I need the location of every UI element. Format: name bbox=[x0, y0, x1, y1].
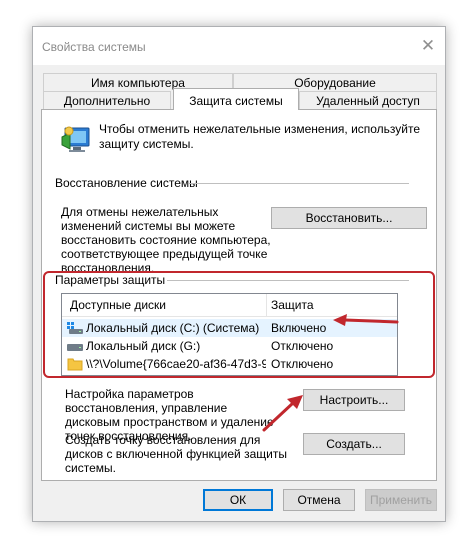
drive-name: Локальный диск (G:) bbox=[86, 339, 201, 353]
folder-icon bbox=[67, 357, 83, 371]
restore-divider bbox=[189, 183, 409, 184]
drive-icon bbox=[67, 341, 83, 351]
restore-button[interactable]: Восстановить... bbox=[271, 207, 427, 229]
protection-section-title: Параметры защиты bbox=[55, 273, 168, 287]
drive-row-g[interactable]: Локальный диск (G:) Отключено bbox=[62, 337, 397, 355]
create-button[interactable]: Создать... bbox=[303, 433, 405, 455]
window-title: Свойства системы bbox=[42, 40, 146, 54]
system-drive-icon bbox=[67, 322, 83, 334]
system-properties-dialog: Свойства системы ✕ Имя компьютера Оборуд… bbox=[32, 26, 446, 522]
drive-row-volume[interactable]: \\?\Volume{766cae20-af36-47d3-9... Отклю… bbox=[62, 355, 397, 373]
drive-name: \\?\Volume{766cae20-af36-47d3-9... bbox=[86, 357, 266, 371]
intro-text: Чтобы отменить нежелательные изменения, … bbox=[99, 122, 421, 151]
drive-status: Включено bbox=[271, 321, 327, 335]
column-divider bbox=[266, 294, 267, 316]
drive-name: Локальный диск (C:) (Система) bbox=[86, 321, 260, 335]
annotation-arrow-configure bbox=[262, 395, 303, 432]
tab-system-protection[interactable]: Защита системы bbox=[173, 88, 299, 110]
restore-description: Для отмены нежелательных изменений систе… bbox=[61, 205, 271, 275]
column-drives[interactable]: Доступные диски bbox=[70, 298, 166, 312]
apply-button[interactable]: Применить bbox=[365, 489, 437, 511]
title-bar: Свойства системы ✕ bbox=[33, 27, 445, 65]
tab-advanced[interactable]: Дополнительно bbox=[43, 91, 171, 109]
protection-divider bbox=[165, 280, 409, 281]
annotation-arrow-enabled bbox=[333, 314, 399, 326]
column-protection[interactable]: Защита bbox=[271, 298, 314, 312]
ok-button[interactable]: ОК bbox=[203, 489, 273, 511]
drive-status: Отключено bbox=[271, 357, 334, 371]
close-icon[interactable]: ✕ bbox=[419, 37, 437, 55]
configure-button[interactable]: Настроить... bbox=[303, 389, 405, 411]
drives-list[interactable]: Доступные диски Защита Локальный диск (C… bbox=[61, 293, 398, 376]
restore-section-title: Восстановление системы bbox=[55, 176, 198, 190]
drive-status: Отключено bbox=[271, 339, 334, 353]
system-protection-icon bbox=[59, 123, 93, 157]
tab-remote[interactable]: Удаленный доступ bbox=[299, 91, 437, 109]
cancel-button[interactable]: Отмена bbox=[283, 489, 355, 511]
create-description: Создать точку восстановления для дисков … bbox=[65, 433, 287, 475]
